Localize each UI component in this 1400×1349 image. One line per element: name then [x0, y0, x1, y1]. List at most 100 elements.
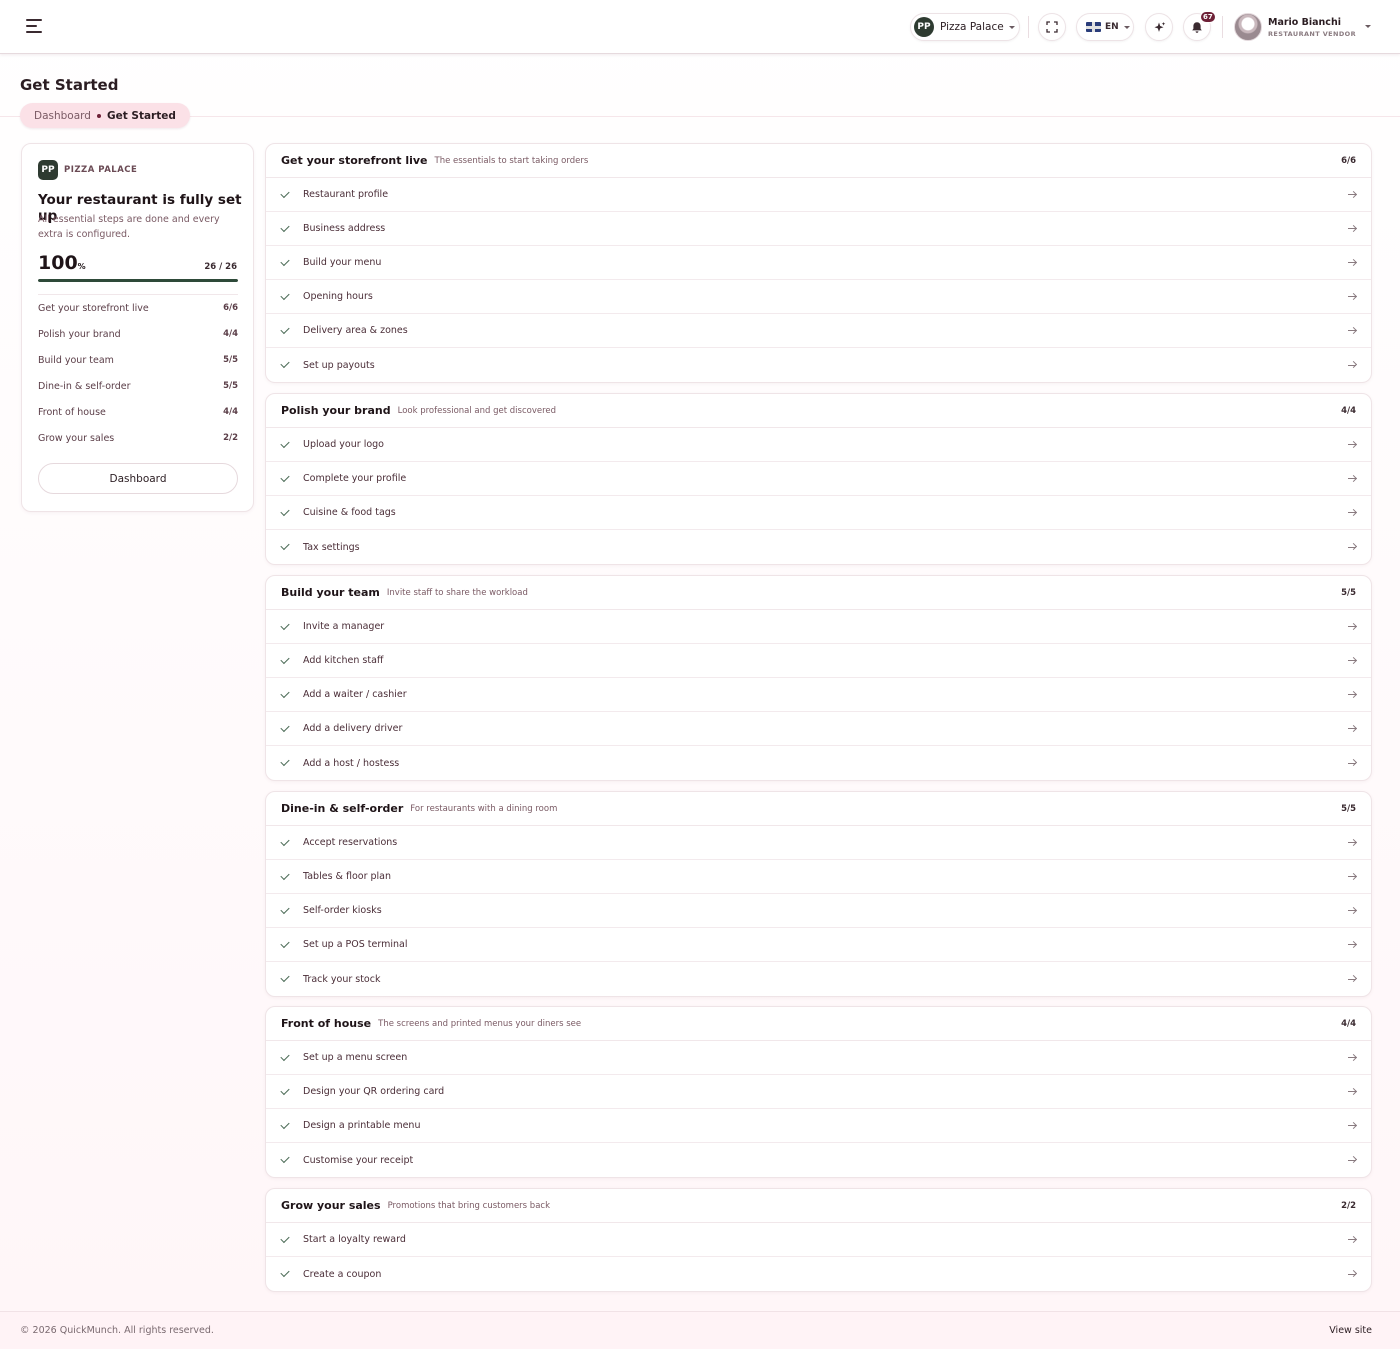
arrow-right-icon	[1348, 361, 1356, 369]
arrow-right-icon	[1348, 873, 1356, 881]
summary-group-row[interactable]: Dine-in & self-order 5/5	[38, 373, 238, 399]
section-title: Build your team	[281, 586, 380, 599]
checklist-item-label: Opening hours	[303, 291, 373, 302]
section-header: Front of house The screens and printed m…	[266, 1007, 1371, 1041]
check-icon	[280, 324, 290, 334]
checklist-item-label: Tax settings	[303, 541, 360, 553]
checklist-item[interactable]: Create a coupon	[266, 1257, 1371, 1291]
arrow-right-icon	[1348, 327, 1356, 335]
checklist-item[interactable]: Tables & floor plan	[266, 860, 1371, 894]
checklist-item[interactable]: Design your QR ordering card	[266, 1075, 1371, 1109]
checklist-item-label: Restaurant profile	[303, 189, 389, 200]
checklist-item[interactable]: Add a waiter / cashier	[266, 678, 1371, 712]
checklist-item[interactable]: Add a host / hostess	[266, 746, 1371, 780]
checklist-item-label: Delivery area & zones	[303, 325, 408, 336]
summary-group-row[interactable]: Front of house 4/4	[38, 399, 238, 425]
section-subtitle: The screens and printed menus your diner…	[378, 1018, 582, 1029]
summary-group-label: Grow your sales	[38, 432, 115, 444]
summary-group-row[interactable]: Build your team 5/5	[38, 347, 238, 373]
language-switcher[interactable]: EN	[1076, 13, 1134, 41]
checklist-item[interactable]: Business address	[266, 212, 1371, 246]
section-title: Polish your brand	[281, 404, 391, 417]
fullscreen-button[interactable]	[1038, 13, 1066, 41]
checklist-item[interactable]: Customise your receipt	[266, 1143, 1371, 1177]
menu-icon[interactable]	[26, 19, 42, 33]
section-dine-in: Dine-in & self-order For restaurants wit…	[265, 791, 1372, 997]
page-title: Get Started	[20, 76, 119, 94]
user-role: RESTAURANT VENDOR	[1268, 29, 1356, 38]
checklist-item-label: Customise your receipt	[303, 1154, 414, 1166]
checklist-item[interactable]: Set up a POS terminal	[266, 928, 1371, 962]
checklist-item[interactable]: Tax settings	[266, 530, 1371, 564]
summary-group-count: 4/4	[223, 407, 238, 417]
user-menu[interactable]: Mario Bianchi RESTAURANT VENDOR	[1234, 12, 1371, 42]
checklist-item-label: Add a host / hostess	[303, 757, 400, 769]
ai-assistant-button[interactable]	[1145, 13, 1173, 41]
progress-percent: 100%	[38, 252, 86, 274]
checklist-item[interactable]: Add kitchen staff	[266, 644, 1371, 678]
footer: © 2026 QuickMunch. All rights reserved. …	[0, 1311, 1400, 1349]
arrow-right-icon	[1348, 293, 1356, 301]
breadcrumb-current: Get Started	[106, 109, 176, 122]
arrow-right-icon	[1348, 691, 1356, 699]
header-divider	[1222, 16, 1223, 38]
arrow-right-icon	[1348, 759, 1356, 767]
check-icon	[280, 620, 290, 630]
restaurant-switcher[interactable]: PP Pizza Palace	[910, 13, 1020, 41]
section-count: 4/4	[1341, 405, 1356, 416]
checklist-item[interactable]: Track your stock	[266, 962, 1371, 996]
check-icon	[280, 1233, 290, 1243]
breadcrumb-link-dashboard[interactable]: Dashboard	[34, 110, 91, 122]
summary-group-row[interactable]: Grow your sales 2/2	[38, 425, 238, 451]
check-icon	[280, 188, 290, 198]
checklist-item-label: Set up a menu screen	[303, 1052, 408, 1063]
checklist-item[interactable]: Complete your profile	[266, 462, 1371, 496]
summary-brand: PP PIZZA PALACE	[38, 160, 137, 180]
checklist-item[interactable]: Build your menu	[266, 246, 1371, 280]
checklist-item[interactable]: Set up payouts	[266, 348, 1371, 382]
checklist-item[interactable]: Set up a menu screen	[266, 1041, 1371, 1075]
checklist-item[interactable]: Self-order kiosks	[266, 894, 1371, 928]
arrow-right-icon	[1348, 623, 1356, 631]
section-subtitle: For restaurants with a dining room	[410, 803, 558, 814]
chevron-down-icon	[1365, 25, 1371, 28]
checklist-item[interactable]: Upload your logo	[266, 428, 1371, 462]
checklist-item[interactable]: Restaurant profile	[266, 178, 1371, 212]
checklist-item[interactable]: Add a delivery driver	[266, 712, 1371, 746]
dashboard-button[interactable]: Dashboard	[38, 463, 238, 494]
view-site-link[interactable]: View site	[1329, 1325, 1372, 1336]
checklist-item-label: Cuisine & food tags	[303, 507, 396, 518]
summary-group-count: 4/4	[223, 329, 238, 339]
check-icon	[280, 1085, 290, 1095]
checklist-item[interactable]: Start a loyalty reward	[266, 1223, 1371, 1257]
summary-group-row[interactable]: Get your storefront live 6/6	[38, 295, 238, 321]
restaurant-name: Pizza Palace	[940, 21, 1004, 33]
section-count: 2/2	[1341, 1200, 1356, 1211]
arrow-right-icon	[1348, 725, 1356, 733]
section-title: Front of house	[281, 1017, 372, 1030]
check-icon	[280, 1119, 290, 1129]
summary-group-label: Front of house	[38, 406, 106, 418]
summary-group-row[interactable]: Polish your brand 4/4	[38, 321, 238, 347]
checklist-item[interactable]: Invite a manager	[266, 610, 1371, 644]
check-icon	[280, 722, 290, 732]
chevron-down-icon	[1008, 25, 1015, 29]
checklist-item-label: Add a delivery driver	[303, 723, 403, 734]
checklist-item[interactable]: Cuisine & food tags	[266, 496, 1371, 530]
summary-group-count: 2/2	[223, 433, 238, 443]
checklist-item[interactable]: Accept reservations	[266, 826, 1371, 860]
summary-group-label: Build your team	[38, 354, 114, 366]
summary-group-label: Get your storefront live	[38, 302, 149, 314]
check-icon	[280, 688, 290, 698]
checklist-item[interactable]: Delivery area & zones	[266, 314, 1371, 348]
section-title: Grow your sales	[281, 1199, 381, 1212]
arrow-right-icon	[1348, 1156, 1356, 1164]
arrow-right-icon	[1348, 975, 1356, 983]
summary-group-list: Get your storefront live 6/6 Polish your …	[38, 295, 238, 451]
top-bar: PP Pizza Palace EN 67 Mario Bianchi REST…	[0, 0, 1400, 54]
checklist-item[interactable]: Design a printable menu	[266, 1109, 1371, 1143]
arrow-right-icon	[1348, 1122, 1356, 1130]
uk-flag-icon	[1086, 22, 1101, 32]
checklist-item[interactable]: Opening hours	[266, 280, 1371, 314]
arrow-right-icon	[1348, 657, 1356, 665]
